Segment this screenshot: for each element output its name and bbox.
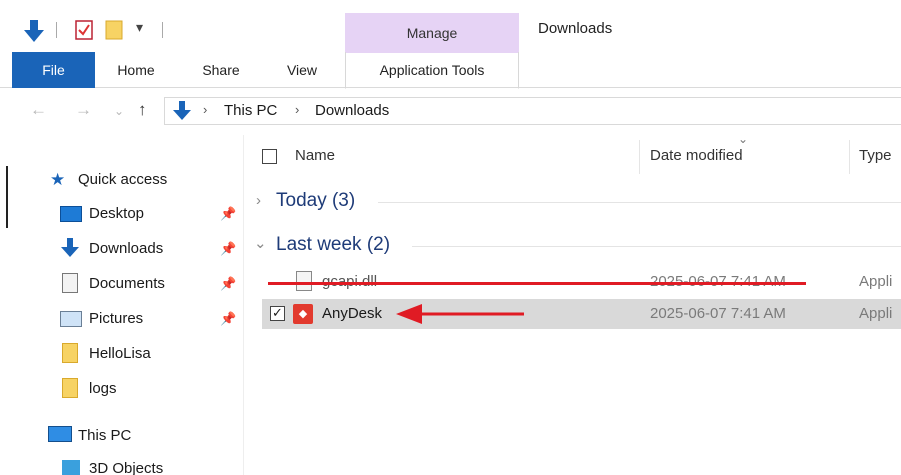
chevron-down-icon[interactable]: ⌄ [254, 234, 267, 252]
dll-file-icon [296, 271, 312, 291]
tab-home[interactable]: Home [104, 52, 168, 88]
anydesk-icon: ◆ [293, 304, 313, 324]
group-last-week[interactable]: Last week (2) [276, 234, 390, 256]
file-date-anydesk: 2025-06-07 7:41 AM [650, 305, 786, 322]
nav-3d-objects[interactable]: 3D Objects [89, 460, 163, 475]
pin-icon[interactable]: 📌 [220, 276, 236, 292]
back-button[interactable]: ← [30, 100, 47, 120]
pictures-icon [60, 311, 82, 327]
qat-divider [56, 22, 57, 38]
folder-icon [62, 343, 78, 363]
strikethrough-annotation [268, 282, 806, 285]
nav-pictures[interactable]: Pictures [89, 310, 143, 327]
nav-downloads[interactable]: Downloads [89, 240, 163, 257]
manage-group-label: Manage [345, 13, 519, 53]
properties-icon[interactable] [75, 20, 93, 44]
breadcrumb-chevron-icon[interactable]: › [295, 102, 299, 117]
nav-documents[interactable]: Documents [89, 275, 165, 292]
file-name-anydesk[interactable]: AnyDesk [322, 305, 382, 322]
tab-view[interactable]: View [272, 52, 332, 88]
tab-application-tools[interactable]: Application Tools [345, 52, 519, 89]
nav-hellolisa[interactable]: HelloLisa [89, 345, 151, 362]
star-icon: ★ [50, 170, 66, 189]
column-date-header[interactable]: Date modified [650, 147, 743, 164]
qat-divider-2 [162, 22, 163, 38]
customize-qat-icon[interactable]: ▾ [136, 19, 143, 36]
sort-chevron-icon: ⌄ [738, 132, 749, 146]
nav-this-pc[interactable]: This PC [78, 427, 131, 444]
column-divider[interactable] [849, 140, 850, 174]
pane-edge [6, 166, 8, 228]
chevron-right-icon[interactable]: › [256, 192, 261, 209]
new-folder-icon[interactable] [104, 19, 126, 45]
pane-divider[interactable] [243, 135, 244, 475]
nav-desktop[interactable]: Desktop [89, 205, 144, 222]
column-divider[interactable] [639, 140, 640, 174]
computer-icon [48, 426, 72, 442]
window-title: Downloads [538, 20, 613, 37]
column-type-header[interactable]: Type [859, 147, 892, 164]
pin-icon[interactable]: 📌 [220, 206, 236, 222]
group-divider [378, 202, 901, 203]
folder-icon [62, 378, 78, 398]
breadcrumb-this-pc[interactable]: This PC [224, 102, 277, 119]
group-divider [412, 246, 901, 247]
tab-file[interactable]: File [12, 52, 95, 88]
column-name-header[interactable]: Name [295, 147, 335, 164]
pin-icon[interactable]: 📌 [220, 311, 236, 327]
download-icon [60, 237, 80, 263]
nav-quick-access[interactable]: Quick access [78, 171, 167, 188]
pin-icon[interactable]: 📌 [220, 241, 236, 257]
breadcrumb-downloads[interactable]: Downloads [315, 102, 389, 119]
download-icon[interactable] [22, 18, 46, 48]
group-today[interactable]: Today (3) [276, 190, 355, 212]
file-type-gcapi: Appli [859, 273, 893, 290]
desktop-icon [60, 206, 82, 222]
nav-logs[interactable]: logs [89, 380, 117, 397]
arrow-annotation-icon [396, 304, 524, 324]
breadcrumb-chevron-icon[interactable]: › [203, 102, 207, 117]
documents-icon [62, 273, 78, 293]
location-download-icon [172, 100, 192, 126]
select-all-checkbox[interactable] [262, 149, 277, 164]
forward-button[interactable]: → [75, 100, 92, 120]
row-checkbox[interactable]: ✓ [270, 306, 285, 321]
up-button[interactable]: ↑ [138, 100, 147, 120]
cube-icon [62, 460, 80, 475]
recent-locations-button[interactable]: ⌄ [114, 104, 124, 118]
tab-share[interactable]: Share [189, 52, 253, 88]
file-type-anydesk: Appli [859, 305, 893, 322]
